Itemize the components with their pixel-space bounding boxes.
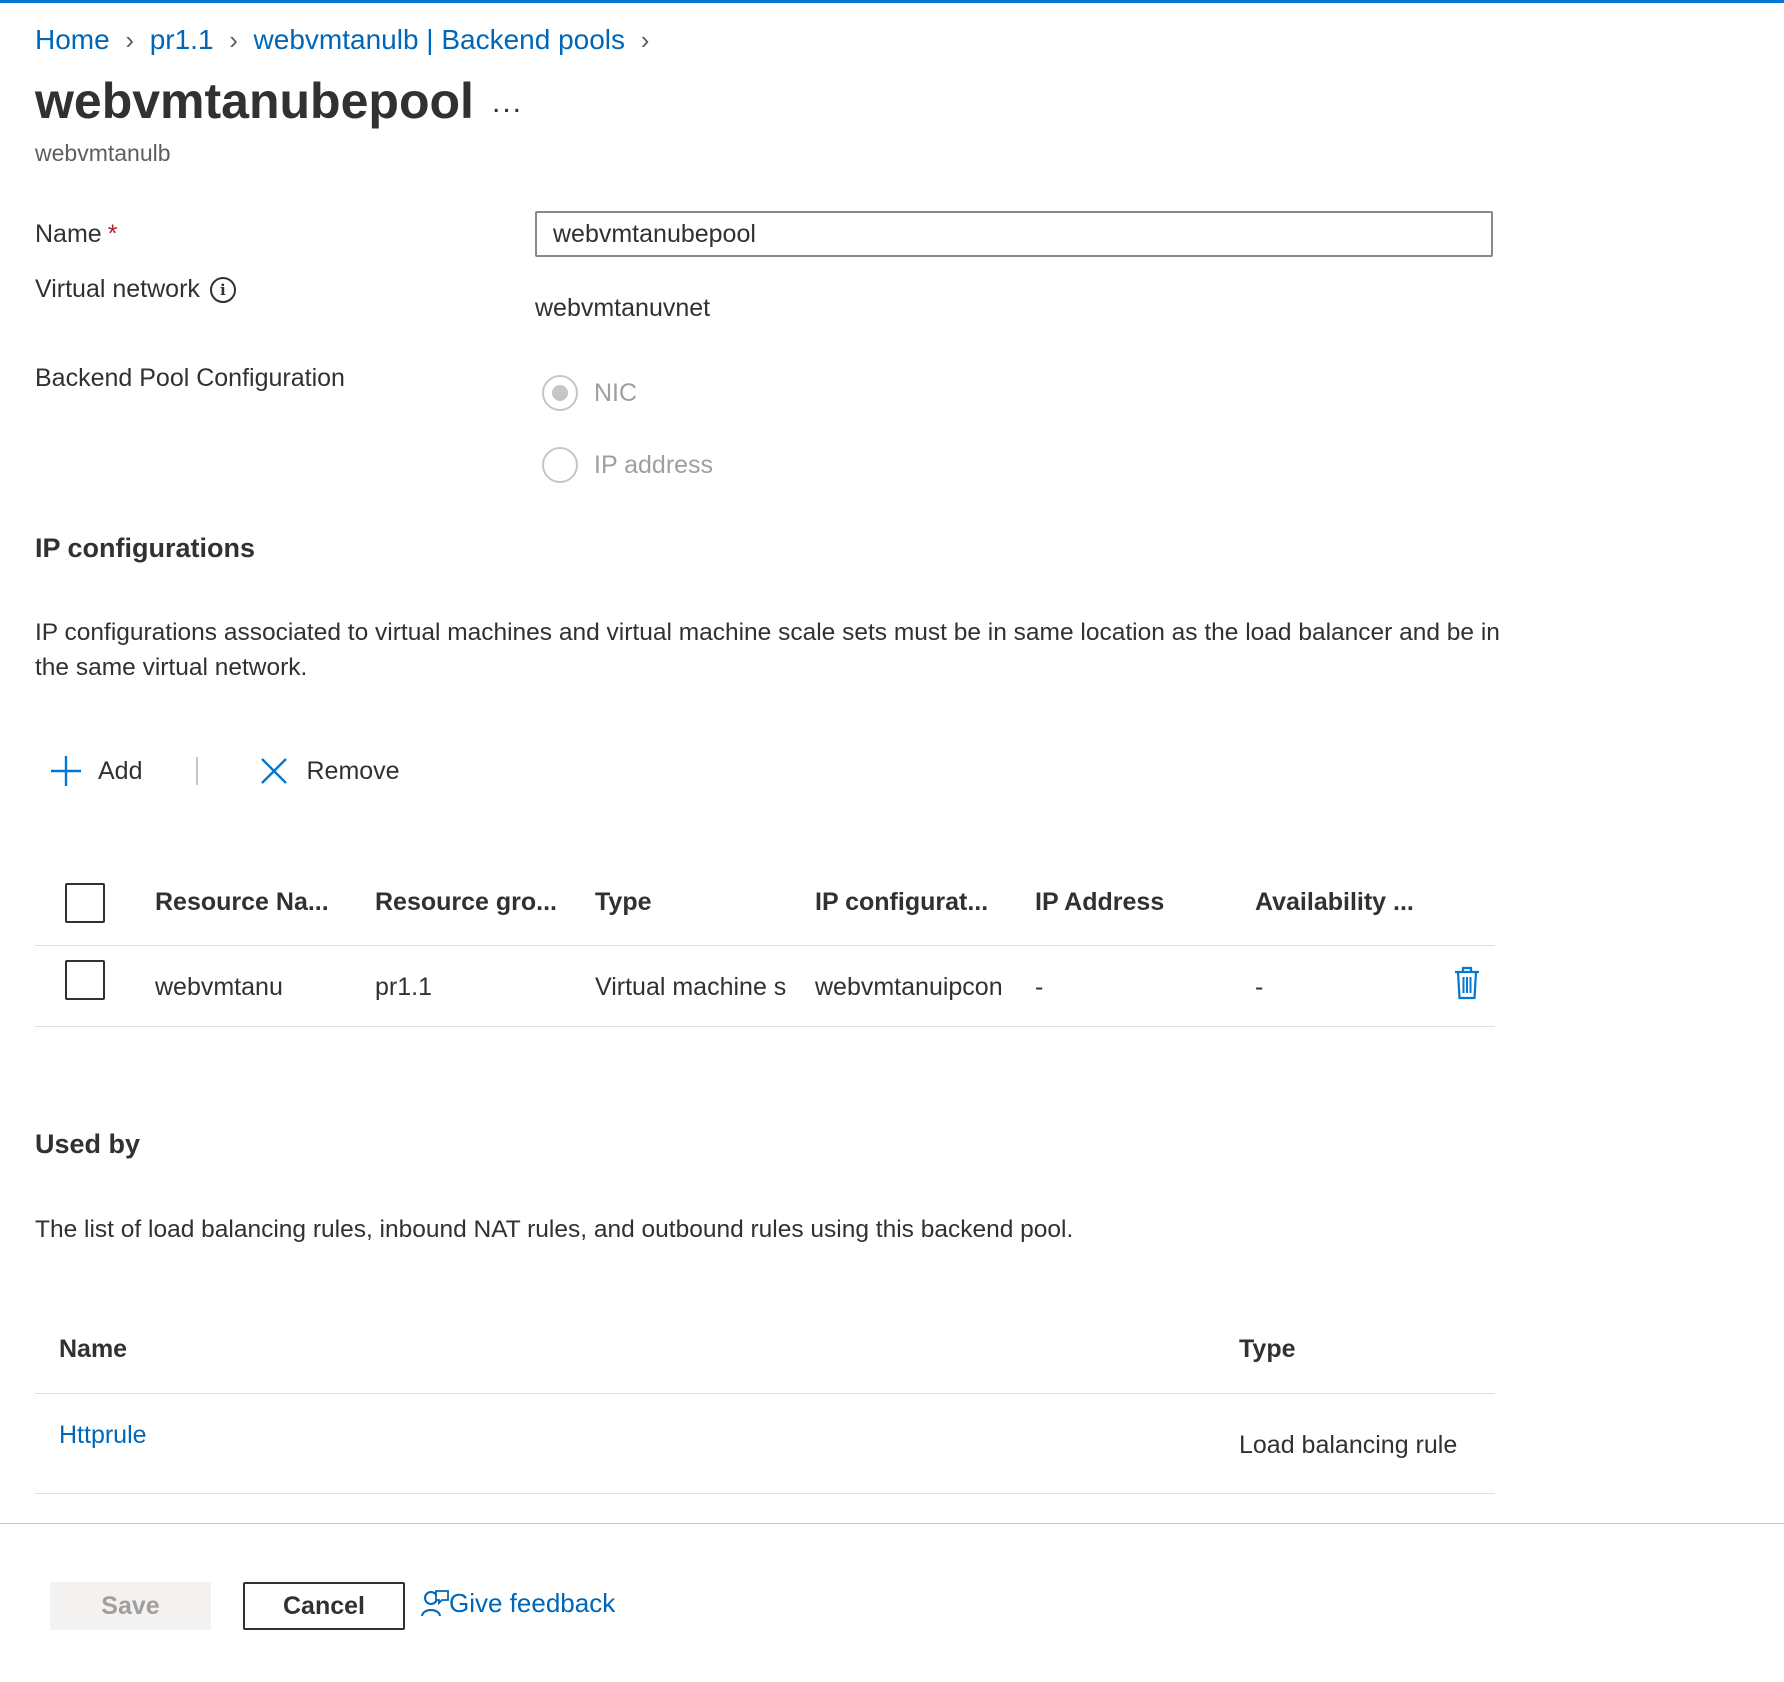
page-title: webvmtanubepool: [35, 73, 474, 129]
column-header-resource-name[interactable]: Resource Na...: [155, 888, 329, 917]
used-by-row-divider: [35, 1493, 1495, 1494]
row-checkbox[interactable]: [65, 960, 105, 1000]
page-subtitle: webvmtanulb: [35, 140, 171, 166]
footer-divider: [0, 1523, 1784, 1524]
remove-button[interactable]: Remove: [256, 753, 400, 789]
give-feedback-label: Give feedback: [449, 1588, 616, 1618]
used-by-description: The list of load balancing rules, inboun…: [35, 1216, 1074, 1243]
ip-config-toolbar: Add Remove: [48, 750, 400, 792]
cancel-button[interactable]: Cancel: [243, 1582, 405, 1630]
name-label-text: Name: [35, 220, 102, 248]
column-header-rule-type[interactable]: Type: [1239, 1335, 1296, 1364]
radio-nic-label: NIC: [594, 378, 638, 407]
radio-ip-address[interactable]: IP address: [542, 447, 713, 483]
required-marker: *: [107, 220, 118, 248]
remove-button-label: Remove: [306, 756, 400, 785]
add-button[interactable]: Add: [48, 753, 142, 789]
name-label: Name *: [35, 220, 117, 249]
delete-icon[interactable]: [1453, 966, 1483, 1002]
breadcrumb-backend-pools[interactable]: webvmtanulb | Backend pools: [254, 24, 626, 56]
ip-configurations-description: IP configurations associated to virtual …: [35, 619, 1500, 681]
plus-icon: [48, 753, 84, 789]
backend-config-label: Backend Pool Configuration: [35, 364, 345, 392]
column-header-name[interactable]: Name: [59, 1335, 127, 1364]
close-icon: [256, 753, 292, 789]
row-divider: [35, 1026, 1495, 1027]
toolbar-divider: [196, 757, 199, 785]
breadcrumb-resource-group[interactable]: pr1.1: [150, 24, 214, 56]
cell-resource-name: webvmtanu: [155, 973, 283, 1001]
column-header-ip-configuration[interactable]: IP configurat...: [815, 888, 988, 917]
column-header-resource-group[interactable]: Resource gro...: [375, 888, 557, 917]
breadcrumb-home[interactable]: Home: [35, 24, 110, 56]
chevron-right-icon: ›: [229, 24, 238, 55]
rule-link-httprule[interactable]: Httprule: [59, 1421, 147, 1450]
ip-configurations-title: IP configurations: [35, 533, 256, 563]
more-options-button[interactable]: ...: [492, 86, 523, 120]
radio-nic[interactable]: NIC: [542, 375, 637, 411]
save-button[interactable]: Save: [50, 1582, 211, 1630]
breadcrumb: Home › pr1.1 › webvmtanulb | Backend poo…: [35, 20, 665, 60]
cell-ip-address: -: [1035, 973, 1044, 1001]
cell-type: Virtual machine s: [595, 973, 787, 1001]
column-header-ip-address[interactable]: IP Address: [1035, 888, 1164, 917]
radio-button-checked[interactable]: [542, 375, 578, 411]
vnet-label: Virtual network i: [35, 275, 236, 304]
table-row: Httprule Load balancing rule: [35, 1418, 1495, 1488]
ip-config-header-row: Resource Na... Resource gro... Type IP c…: [35, 880, 1495, 948]
column-header-type[interactable]: Type: [595, 888, 652, 917]
table-row[interactable]: webvmtanu pr1.1 Virtual machine s webvmt…: [35, 958, 1495, 1028]
used-by-title: Used by: [35, 1129, 141, 1159]
used-by-header-row: Name Type: [35, 1332, 1495, 1382]
name-input[interactable]: [535, 211, 1493, 257]
add-button-label: Add: [98, 756, 143, 785]
cell-ip-configuration: webvmtanuipcon: [815, 973, 1003, 1001]
vnet-value: webvmtanuvnet: [535, 294, 711, 322]
chevron-right-icon: ›: [640, 24, 650, 55]
used-by-header-divider: [35, 1393, 1495, 1394]
cell-rule-type: Load balancing rule: [1239, 1431, 1458, 1459]
give-feedback-link[interactable]: Give feedback: [421, 1588, 615, 1619]
vnet-label-text: Virtual network: [35, 275, 200, 303]
header-divider: [35, 945, 1495, 946]
cell-availability: -: [1255, 973, 1264, 1001]
info-icon[interactable]: i: [209, 277, 236, 304]
radio-button-unchecked[interactable]: [542, 447, 578, 483]
column-header-availability[interactable]: Availability ...: [1255, 888, 1414, 917]
chevron-right-icon: ›: [125, 24, 135, 55]
radio-ip-address-label: IP address: [594, 450, 714, 479]
cell-resource-group: pr1.1: [375, 973, 432, 1001]
select-all-checkbox[interactable]: [65, 883, 105, 923]
top-accent-bar: [0, 0, 1784, 3]
feedback-icon: [421, 1589, 449, 1619]
